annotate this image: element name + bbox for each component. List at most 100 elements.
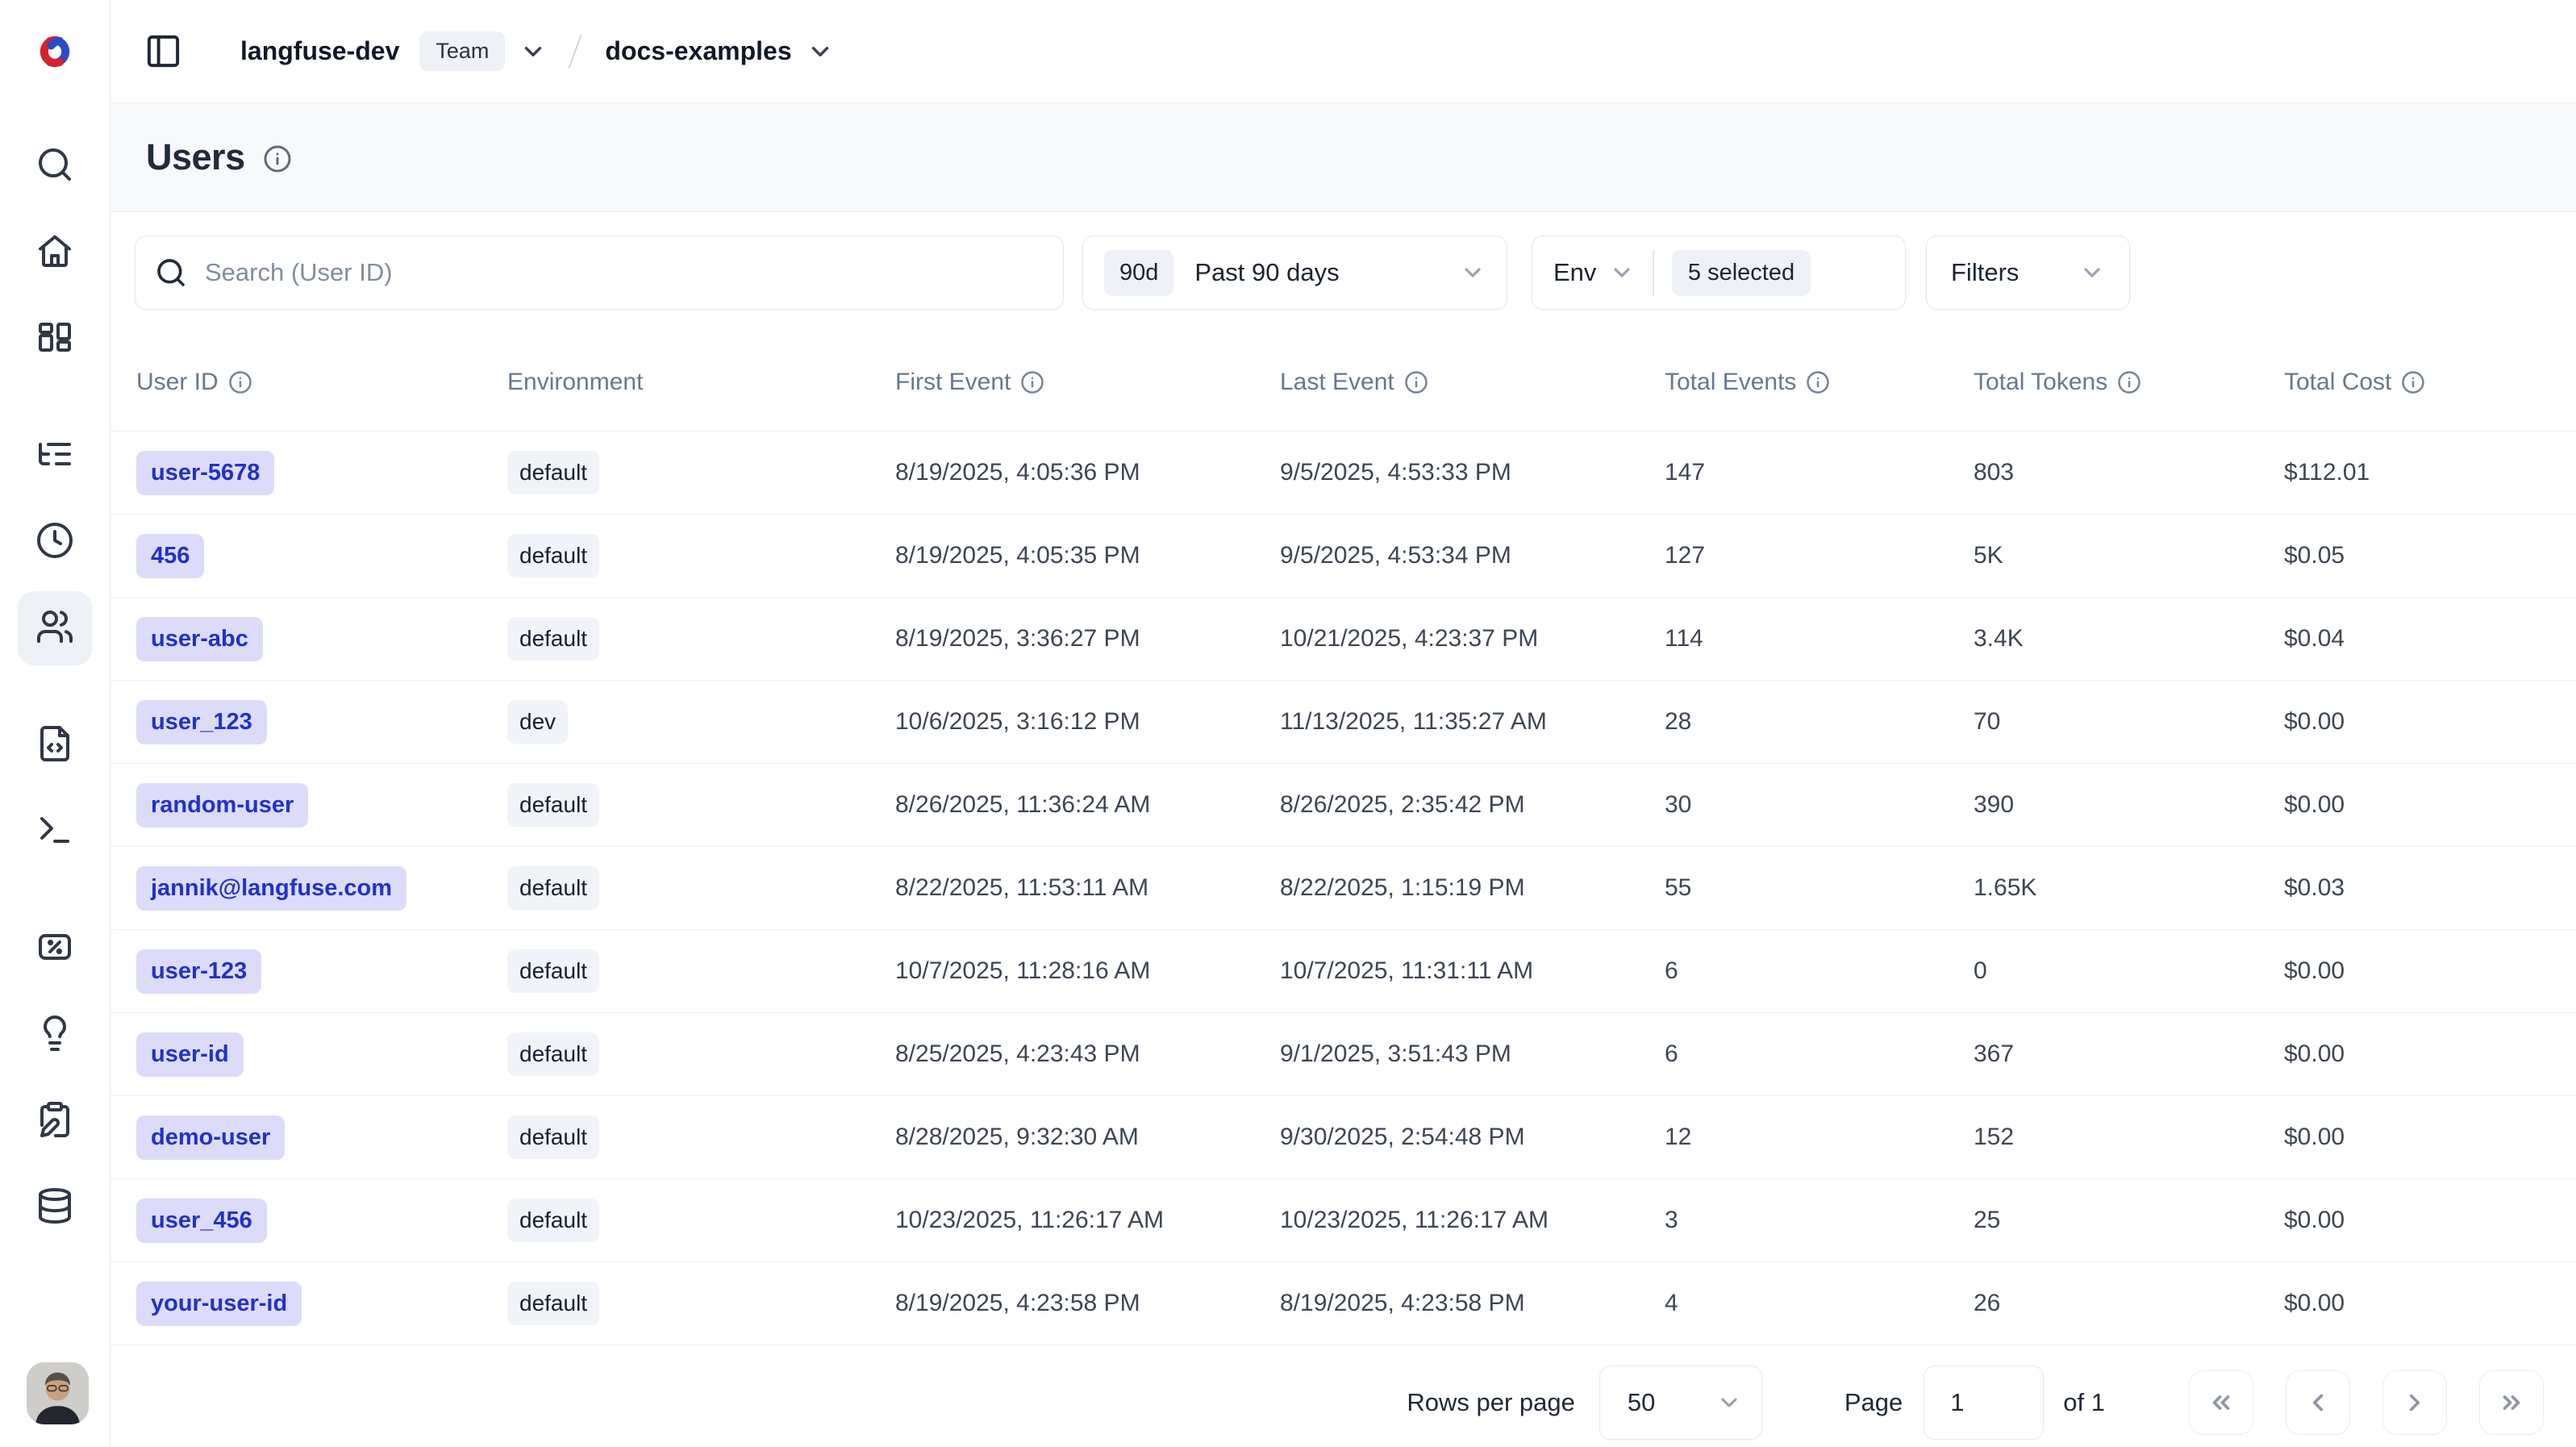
info-icon[interactable] bbox=[1404, 370, 1428, 394]
home-icon bbox=[35, 231, 74, 273]
table-row[interactable]: user_456 default 10/23/2025, 11:26:17 AM… bbox=[110, 1179, 2576, 1262]
table-row[interactable]: user-5678 default 8/19/2025, 4:05:36 PM … bbox=[110, 432, 2576, 515]
sidebar-item-search[interactable] bbox=[0, 123, 110, 209]
project-name[interactable]: docs-examples bbox=[605, 36, 791, 66]
page-header: Users bbox=[110, 103, 2576, 212]
first-event-cell: 8/19/2025, 4:05:35 PM bbox=[895, 542, 1280, 569]
environment-cell: dev bbox=[507, 700, 895, 744]
sidebar-toggle-icon[interactable] bbox=[144, 32, 182, 70]
environment-badge: default bbox=[507, 534, 599, 578]
user-id-badge[interactable]: user-id bbox=[136, 1032, 244, 1077]
column-header-total-events[interactable]: Total Events bbox=[1665, 369, 1974, 396]
total-cost-cell: $0.00 bbox=[2284, 791, 2576, 819]
column-header-environment[interactable]: Environment bbox=[507, 369, 895, 396]
sidebar-item-datasets[interactable] bbox=[0, 1164, 110, 1250]
table-row[interactable]: user-id default 8/25/2025, 4:23:43 PM 9/… bbox=[110, 1013, 2576, 1096]
environment-badge: default bbox=[507, 451, 599, 494]
page-number-input[interactable] bbox=[1924, 1366, 2044, 1440]
page-count-label: of 1 bbox=[2063, 1388, 2105, 1417]
chevron-down-icon bbox=[1460, 260, 1486, 286]
column-header-user-id[interactable]: User ID bbox=[136, 369, 507, 396]
first-page-button[interactable] bbox=[2189, 1370, 2253, 1435]
user-id-badge[interactable]: random-user bbox=[136, 783, 308, 828]
user-id-badge[interactable]: jannik@langfuse.com bbox=[136, 866, 406, 911]
table-row[interactable]: user-123 default 10/7/2025, 11:28:16 AM … bbox=[110, 930, 2576, 1013]
previous-page-button[interactable] bbox=[2286, 1370, 2350, 1435]
chevrons-left-icon bbox=[2207, 1389, 2235, 1416]
langfuse-logo[interactable] bbox=[0, 0, 110, 103]
first-event-cell: 8/22/2025, 11:53:11 AM bbox=[895, 874, 1280, 902]
environment-cell: default bbox=[507, 949, 895, 993]
column-header-last-event[interactable]: Last Event bbox=[1280, 369, 1665, 396]
user-id-badge[interactable]: user_123 bbox=[136, 700, 267, 744]
terminal-icon bbox=[35, 811, 74, 852]
user-id-badge[interactable]: demo-user bbox=[136, 1115, 285, 1160]
sidebar-item-evaluation[interactable] bbox=[0, 905, 110, 991]
user-id-cell: user-123 bbox=[136, 949, 507, 994]
table-row[interactable]: random-user default 8/26/2025, 11:36:24 … bbox=[110, 764, 2576, 847]
total-cost-cell: $0.03 bbox=[2284, 874, 2576, 902]
time-range-label: Past 90 days bbox=[1194, 258, 1339, 287]
time-range-button[interactable]: 90d Past 90 days bbox=[1082, 236, 1507, 310]
total-events-cell: 127 bbox=[1665, 542, 1974, 569]
environment-cell: default bbox=[507, 783, 895, 827]
table-row[interactable]: user_123 dev 10/6/2025, 3:16:12 PM 11/13… bbox=[110, 681, 2576, 764]
column-header-first-event[interactable]: First Event bbox=[895, 369, 1280, 396]
last-event-cell: 10/23/2025, 11:26:17 AM bbox=[1280, 1207, 1665, 1234]
user-id-cell: random-user bbox=[136, 783, 507, 828]
sidebar-item-sessions[interactable] bbox=[0, 498, 110, 585]
sidebar-item-playground[interactable] bbox=[0, 788, 110, 874]
sidebar-item-home[interactable] bbox=[0, 209, 110, 295]
chevrons-right-icon bbox=[2498, 1389, 2525, 1416]
users-icon bbox=[35, 607, 74, 648]
user-id-badge[interactable]: user_456 bbox=[136, 1199, 267, 1243]
total-events-cell: 28 bbox=[1665, 708, 1974, 736]
info-icon[interactable] bbox=[2117, 370, 2141, 394]
environment-badge: default bbox=[507, 617, 599, 661]
sidebar-item-annotation[interactable] bbox=[0, 1078, 110, 1164]
rows-per-page-select[interactable]: 50 bbox=[1599, 1366, 1762, 1440]
pagination-buttons bbox=[2189, 1370, 2544, 1435]
info-icon[interactable] bbox=[2401, 370, 2425, 394]
user-id-badge[interactable]: user-5678 bbox=[136, 451, 274, 495]
environment-badge: default bbox=[507, 783, 599, 827]
table-row[interactable]: jannik@langfuse.com default 8/22/2025, 1… bbox=[110, 847, 2576, 930]
info-icon[interactable] bbox=[228, 370, 252, 394]
sidebar-item-tracing[interactable] bbox=[0, 412, 110, 498]
info-icon[interactable] bbox=[1806, 370, 1830, 394]
pagination-bar: Rows per page 50 Page of 1 bbox=[110, 1345, 2576, 1447]
environment-cell: default bbox=[507, 1032, 895, 1076]
sidebar-item-users[interactable] bbox=[0, 585, 110, 671]
sidebar-item-prompts[interactable] bbox=[0, 702, 110, 788]
user-id-cell: user_456 bbox=[136, 1199, 507, 1243]
sidebar-item-dashboards[interactable] bbox=[0, 295, 110, 382]
next-page-button[interactable] bbox=[2382, 1370, 2447, 1435]
table-row[interactable]: your-user-id default 8/19/2025, 4:23:58 … bbox=[110, 1262, 2576, 1345]
user-id-badge[interactable]: your-user-id bbox=[136, 1282, 302, 1326]
sidebar-item-insights[interactable] bbox=[0, 991, 110, 1078]
environment-filter-button[interactable]: Env 5 selected bbox=[1532, 236, 1906, 310]
last-event-cell: 9/1/2025, 3:51:43 PM bbox=[1280, 1040, 1665, 1068]
filters-button[interactable]: Filters bbox=[1926, 236, 2130, 310]
project-chevron-down-icon[interactable] bbox=[807, 38, 834, 65]
org-name[interactable]: langfuse-dev bbox=[240, 36, 399, 66]
page-title-info-icon[interactable] bbox=[263, 144, 292, 173]
user-id-badge[interactable]: user-123 bbox=[136, 949, 261, 994]
column-header-total-tokens[interactable]: Total Tokens bbox=[1974, 369, 2284, 396]
last-page-button[interactable] bbox=[2479, 1370, 2544, 1435]
last-event-cell: 10/7/2025, 11:31:11 AM bbox=[1280, 957, 1665, 985]
table-row[interactable]: user-abc default 8/19/2025, 3:36:27 PM 1… bbox=[110, 598, 2576, 681]
org-chevron-down-icon[interactable] bbox=[519, 38, 547, 65]
total-tokens-cell: 3.4K bbox=[1974, 625, 2284, 653]
table-row[interactable]: 456 default 8/19/2025, 4:05:35 PM 9/5/20… bbox=[110, 515, 2576, 598]
info-icon[interactable] bbox=[1020, 370, 1044, 394]
last-event-cell: 10/21/2025, 4:23:37 PM bbox=[1280, 625, 1665, 653]
user-id-badge[interactable]: 456 bbox=[136, 534, 204, 578]
search-input[interactable] bbox=[205, 258, 1044, 287]
user-avatar[interactable] bbox=[27, 1362, 89, 1424]
table-row[interactable]: demo-user default 8/28/2025, 9:32:30 AM … bbox=[110, 1096, 2576, 1179]
user-id-badge[interactable]: user-abc bbox=[136, 617, 263, 661]
last-event-cell: 11/13/2025, 11:35:27 AM bbox=[1280, 708, 1665, 736]
column-header-total-cost[interactable]: Total Cost bbox=[2284, 369, 2576, 396]
chevron-down-icon bbox=[1716, 1390, 1742, 1416]
